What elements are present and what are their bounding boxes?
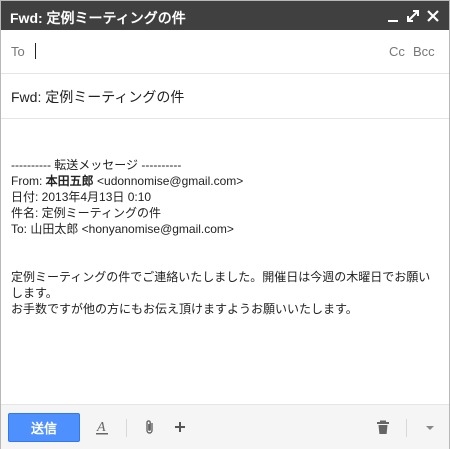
toolbar-divider bbox=[406, 419, 407, 437]
send-button[interactable]: 送信 bbox=[8, 413, 80, 442]
bcc-link[interactable]: Bcc bbox=[413, 44, 435, 59]
to-row: To Cc Bcc bbox=[1, 30, 449, 74]
minimize-icon[interactable] bbox=[385, 7, 401, 25]
plus-icon[interactable] bbox=[171, 418, 189, 436]
compose-window: Fwd: 定例ミーティングの件 To Cc Bcc Fwd: 定例ミーティングの… bbox=[0, 0, 450, 449]
subject-field[interactable]: Fwd: 定例ミーティングの件 bbox=[11, 87, 184, 107]
forward-from-line: From: 本田五郎 <udonnomise@gmail.com> bbox=[11, 173, 243, 189]
popout-icon[interactable] bbox=[405, 7, 421, 25]
forward-separator: ---------- 転送メッセージ ---------- bbox=[11, 158, 182, 172]
trash-icon[interactable] bbox=[374, 418, 392, 436]
subject-row[interactable]: Fwd: 定例ミーティングの件 bbox=[1, 74, 449, 119]
message-line-2: お手数ですが他の方にもお伝え頂けますようお願いいたします。 bbox=[11, 302, 358, 316]
message-text: 定例ミーティングの件でご連絡いたしました。開催日は今週の木曜日でお願いします。 … bbox=[11, 269, 439, 317]
from-name: 本田五郎 bbox=[45, 174, 94, 188]
message-line-1: 定例ミーティングの件でご連絡いたしました。開催日は今週の木曜日でお願いします。 bbox=[11, 270, 431, 300]
text-caret bbox=[35, 43, 36, 59]
chevron-down-icon[interactable] bbox=[421, 418, 439, 436]
paperclip-icon[interactable] bbox=[141, 418, 159, 436]
text-format-icon[interactable]: A bbox=[93, 418, 111, 436]
compose-toolbar: 送信 A bbox=[1, 404, 449, 449]
forwarded-header: ---------- 転送メッセージ ---------- From: 本田五郎… bbox=[11, 157, 243, 237]
to-label: To bbox=[11, 44, 25, 59]
compose-titlebar[interactable]: Fwd: 定例ミーティングの件 bbox=[1, 1, 449, 30]
forward-subject-line: 件名: 定例ミーティングの件 bbox=[11, 206, 161, 220]
compose-title: Fwd: 定例ミーティングの件 bbox=[10, 10, 186, 26]
forward-to-line: To: 山田太郎 <honyanomise@gmail.com> bbox=[11, 222, 234, 236]
close-icon[interactable] bbox=[425, 7, 441, 25]
svg-text:A: A bbox=[96, 420, 106, 435]
cc-link[interactable]: Cc bbox=[389, 44, 405, 59]
window-controls bbox=[385, 6, 441, 26]
from-prefix: From: bbox=[11, 174, 46, 188]
toolbar-divider bbox=[126, 419, 127, 437]
forward-date-line: 日付: 2013年4月13日 0:10 bbox=[11, 190, 152, 204]
message-body[interactable]: ---------- 転送メッセージ ---------- From: 本田五郎… bbox=[1, 119, 449, 403]
to-input[interactable] bbox=[34, 41, 374, 61]
from-email: <udonnomise@gmail.com> bbox=[93, 174, 244, 188]
